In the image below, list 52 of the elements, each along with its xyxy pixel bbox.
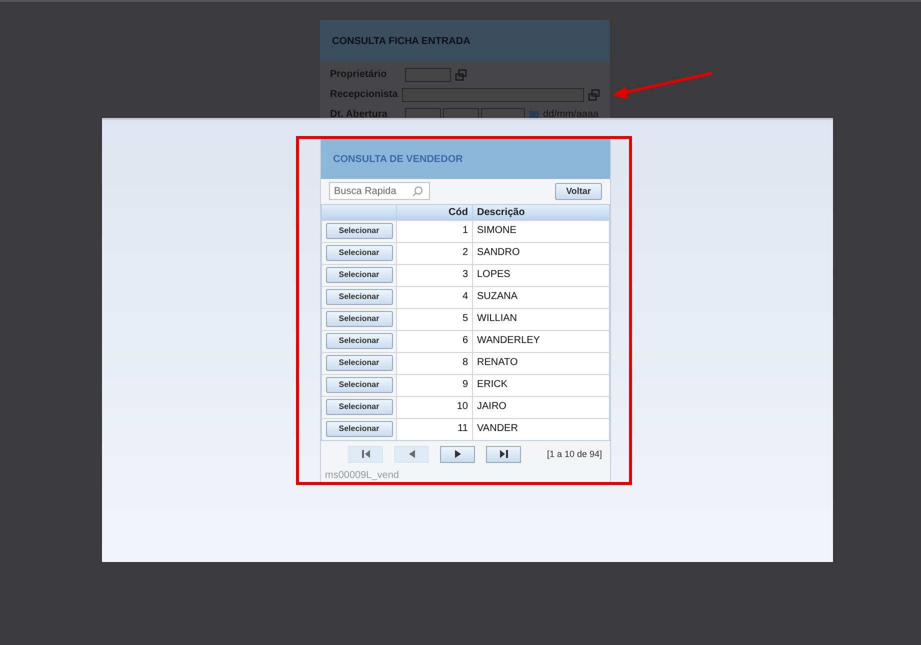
previous-page-icon bbox=[406, 449, 416, 460]
search-field[interactable]: Busca Rapida bbox=[329, 182, 430, 200]
lookup-icon[interactable] bbox=[588, 88, 600, 100]
next-page-icon bbox=[452, 449, 462, 460]
name-cell: WANDERLEY bbox=[477, 334, 540, 346]
pager-button[interactable] bbox=[486, 446, 521, 463]
name-cell: LOPES bbox=[477, 268, 510, 280]
back-button[interactable]: Voltar bbox=[555, 182, 602, 200]
lookup-icon[interactable] bbox=[455, 68, 467, 80]
column-header: Cód bbox=[397, 204, 473, 220]
name-cell: SANDRO bbox=[477, 246, 520, 258]
select-button[interactable]: Selecionar bbox=[326, 355, 392, 372]
code-cell: 5 bbox=[462, 312, 468, 324]
select-button[interactable]: Selecionar bbox=[326, 399, 392, 416]
code-cell: 3 bbox=[462, 268, 468, 280]
code-cell: 4 bbox=[462, 290, 468, 302]
search-icon bbox=[412, 186, 423, 197]
form-code: ms00009L_vend bbox=[324, 469, 400, 483]
name-cell: ERICK bbox=[477, 378, 508, 390]
code-cell: 10 bbox=[456, 400, 468, 412]
name-cell: SUZANA bbox=[477, 290, 518, 302]
input-field[interactable] bbox=[402, 88, 584, 102]
pager-button[interactable] bbox=[440, 446, 475, 463]
code-cell: 2 bbox=[462, 246, 468, 258]
name-cell: SIMONE bbox=[477, 224, 516, 236]
select-button[interactable]: Selecionar bbox=[326, 289, 392, 306]
select-button[interactable]: Selecionar bbox=[326, 311, 392, 328]
code-cell: 9 bbox=[462, 378, 468, 390]
name-cell: JAIRO bbox=[477, 400, 506, 412]
day-field[interactable] bbox=[405, 108, 441, 118]
column-header: Descrição bbox=[476, 206, 526, 220]
name-cell: VANDER bbox=[477, 422, 518, 434]
code-cell: 6 bbox=[462, 334, 468, 346]
year-field[interactable] bbox=[481, 108, 525, 118]
name-cell: RENATO bbox=[477, 356, 518, 368]
select-button[interactable]: Selecionar bbox=[326, 377, 392, 394]
month-field[interactable] bbox=[443, 108, 479, 118]
name-cell: WILLIAN bbox=[477, 312, 518, 324]
select-button[interactable]: Selecionar bbox=[326, 333, 392, 350]
code-cell: 11 bbox=[458, 422, 468, 434]
select-button[interactable]: Selecionar bbox=[326, 245, 392, 262]
select-button[interactable]: Selecionar bbox=[326, 267, 392, 284]
dialog-title: CONSULTA DE VENDEDOR bbox=[333, 152, 463, 167]
page-range: [1 a 10 de 94] bbox=[546, 448, 602, 461]
select-button[interactable]: Selecionar bbox=[326, 223, 392, 240]
first-page-icon bbox=[360, 449, 370, 460]
code-cell: 8 bbox=[462, 356, 468, 368]
select-button[interactable]: Selecionar bbox=[326, 421, 392, 438]
code-cell: 1 bbox=[462, 224, 468, 236]
last-page-icon bbox=[498, 449, 508, 460]
form-title: CONSULTA FICHA ENTRADA bbox=[332, 34, 470, 48]
input-field[interactable] bbox=[405, 68, 451, 82]
